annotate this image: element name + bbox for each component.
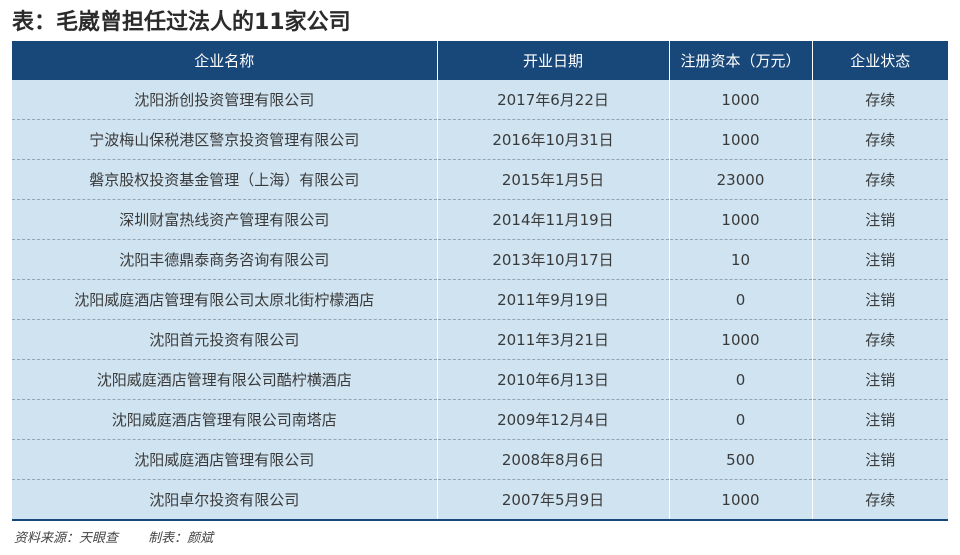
- cell-status: 注销: [811, 279, 948, 320]
- table-row: 沈阳卓尔投资有限公司 2007年5月9日 1000 存续: [12, 479, 948, 519]
- cell-registered-capital: 1000: [668, 479, 812, 519]
- cell-status: 注销: [811, 439, 948, 480]
- cell-registered-capital: 10: [668, 239, 812, 280]
- cell-company-name: 沈阳丰德鼎泰商务咨询有限公司: [12, 239, 437, 280]
- cell-status: 注销: [811, 199, 948, 240]
- cell-company-name: 沈阳浙创投资管理有限公司: [12, 80, 437, 120]
- author-label: 制表：颜斌: [148, 531, 214, 546]
- cell-company-name: 沈阳威庭酒店管理有限公司酷柠横酒店: [12, 359, 437, 400]
- cell-registered-capital: 1000: [668, 319, 812, 360]
- cell-registered-capital: 23000: [668, 159, 812, 200]
- table-bottom-rule: [12, 519, 948, 521]
- cell-open-date: 2011年3月21日: [436, 319, 669, 360]
- cell-status: 存续: [811, 119, 948, 160]
- cell-company-name: 磐京股权投资基金管理（上海）有限公司: [12, 159, 437, 200]
- table-row: 沈阳威庭酒店管理有限公司酷柠横酒店 2010年6月13日 0 注销: [12, 359, 948, 400]
- cell-registered-capital: 500: [668, 439, 812, 480]
- table-row: 沈阳威庭酒店管理有限公司 2008年8月6日 500 注销: [12, 439, 948, 480]
- cell-open-date: 2007年5月9日: [436, 479, 669, 519]
- cell-status: 存续: [811, 80, 948, 120]
- cell-registered-capital: 1000: [668, 199, 812, 240]
- cell-status: 存续: [811, 479, 948, 519]
- cell-status: 注销: [811, 359, 948, 400]
- cell-company-name: 沈阳首元投资有限公司: [12, 319, 437, 360]
- table-row: 磐京股权投资基金管理（上海）有限公司 2015年1月5日 23000 存续: [12, 159, 948, 200]
- cell-open-date: 2015年1月5日: [436, 159, 669, 200]
- cell-open-date: 2009年12月4日: [436, 399, 669, 440]
- cell-status: 存续: [811, 159, 948, 200]
- cell-company-name: 沈阳威庭酒店管理有限公司南塔店: [12, 399, 437, 440]
- table-row: 沈阳浙创投资管理有限公司 2017年6月22日 1000 存续: [12, 80, 948, 120]
- table-row: 沈阳丰德鼎泰商务咨询有限公司 2013年10月17日 10 注销: [12, 239, 948, 280]
- company-table: 企业名称 开业日期 注册资本（万元） 企业状态 沈阳浙创投资管理有限公司 201…: [12, 41, 948, 519]
- cell-company-name: 沈阳卓尔投资有限公司: [12, 479, 437, 519]
- cell-registered-capital: 0: [668, 359, 812, 400]
- table-row: 沈阳首元投资有限公司 2011年3月21日 1000 存续: [12, 319, 948, 360]
- source-note: 资料来源：天眼查 制表：颜斌: [14, 527, 239, 546]
- cell-open-date: 2017年6月22日: [436, 80, 669, 120]
- table-row: 深圳财富热线资产管理有限公司 2014年11月19日 1000 注销: [12, 199, 948, 240]
- cell-company-name: 沈阳威庭酒店管理有限公司太原北街柠檬酒店: [12, 279, 437, 320]
- cell-open-date: 2011年9月19日: [436, 279, 669, 320]
- cell-open-date: 2008年8月6日: [436, 439, 669, 480]
- cell-registered-capital: 1000: [668, 80, 812, 120]
- source-label: 资料来源：天眼查: [14, 531, 119, 546]
- cell-open-date: 2013年10月17日: [436, 239, 669, 280]
- header-open-date: 开业日期: [436, 41, 669, 80]
- cell-company-name: 宁波梅山保税港区警京投资管理有限公司: [12, 119, 437, 160]
- table-header-row: 企业名称 开业日期 注册资本（万元） 企业状态: [12, 41, 948, 80]
- cell-open-date: 2010年6月13日: [436, 359, 669, 400]
- cell-status: 注销: [811, 239, 948, 280]
- table-row: 沈阳威庭酒店管理有限公司南塔店 2009年12月4日 0 注销: [12, 399, 948, 440]
- page-title: 表：毛崴曾担任过法人的11家公司: [12, 10, 351, 35]
- cell-status: 注销: [811, 399, 948, 440]
- cell-company-name: 沈阳威庭酒店管理有限公司: [12, 439, 437, 480]
- cell-open-date: 2016年10月31日: [436, 119, 669, 160]
- cell-open-date: 2014年11月19日: [436, 199, 669, 240]
- company-table-container: 企业名称 开业日期 注册资本（万元） 企业状态 沈阳浙创投资管理有限公司 201…: [12, 41, 948, 521]
- table-row: 沈阳威庭酒店管理有限公司太原北街柠檬酒店 2011年9月19日 0 注销: [12, 279, 948, 320]
- cell-registered-capital: 0: [668, 399, 812, 440]
- header-company-name: 企业名称: [12, 41, 437, 80]
- cell-registered-capital: 0: [668, 279, 812, 320]
- cell-company-name: 深圳财富热线资产管理有限公司: [12, 199, 437, 240]
- table-row: 宁波梅山保税港区警京投资管理有限公司 2016年10月31日 1000 存续: [12, 119, 948, 160]
- cell-status: 存续: [811, 319, 948, 360]
- cell-registered-capital: 1000: [668, 119, 812, 160]
- header-registered-capital: 注册资本（万元）: [668, 41, 812, 80]
- header-status: 企业状态: [811, 41, 948, 80]
